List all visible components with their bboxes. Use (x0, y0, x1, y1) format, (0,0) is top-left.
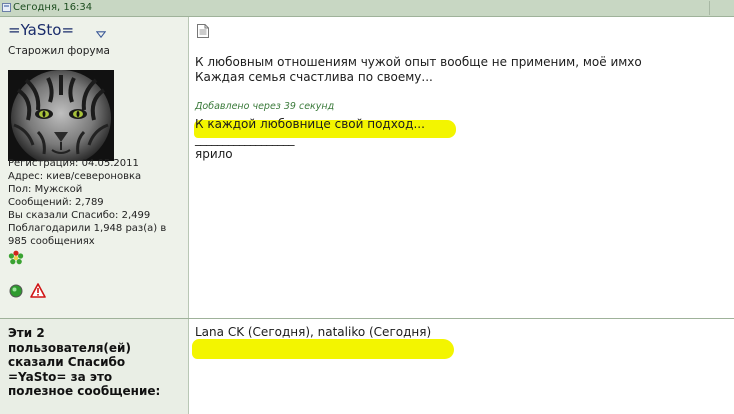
post-date: Сегодня, 16:34 (13, 2, 93, 13)
username-link[interactable]: =YaSto= (8, 21, 74, 39)
signature-text: ярило (195, 147, 233, 161)
report-post-icon[interactable] (30, 283, 46, 298)
tiger-avatar-image (8, 70, 114, 161)
post-status-icon (2, 3, 11, 12)
user-avatar[interactable] (8, 70, 114, 161)
user-title: Старожил форума (8, 45, 110, 57)
post-content: К любовным отношениям чужой опыт вообще … (189, 17, 734, 318)
user-thanks-given: Вы сказали Спасибо: 2,499 (8, 210, 151, 221)
highlight-mark (192, 339, 454, 359)
user-thanks-received: Поблагодарили 1,948 раз(а) в (8, 223, 167, 234)
thanks-label-line: полезное сообщение: (8, 384, 161, 399)
user-panel: =YaSto= Старожил форума Регистрация: 04.… (0, 17, 189, 318)
online-status-icon (9, 284, 23, 298)
user-thanks-received-posts: 985 сообщениях (8, 236, 95, 247)
thanks-label: Эти 2 пользователя(ей) сказали Спасибо =… (8, 326, 184, 399)
user-post-count: Сообщений: 2,789 (8, 197, 104, 208)
user-registration: Регистрация: 04.05.2011 (8, 158, 139, 169)
thanks-label-line: =YaSto= за это (8, 369, 113, 384)
chevron-down-icon[interactable] (96, 31, 106, 38)
thanks-label-line: пользователя(ей) (8, 340, 131, 355)
added-later-note: Добавлено через 39 секунд (195, 101, 335, 112)
user-info: Регистрация: 04.05.2011 Адрес: киев/севе… (8, 157, 186, 248)
post-number-cell (709, 1, 726, 15)
post-text-line: К любовным отношениям чужой опыт вообще … (195, 55, 642, 69)
signature-separator: __________________ (195, 132, 295, 146)
post-added-text: К каждой любовнице свой подход... (195, 117, 425, 131)
document-icon (197, 24, 209, 38)
thanks-label-cell: Эти 2 пользователя(ей) сказали Спасибо =… (0, 319, 189, 414)
user-address: Адрес: киев/североновка (8, 171, 142, 182)
thanks-users-list[interactable]: Lana CK (Сегодня), nataliko (Сегодня) (195, 325, 431, 339)
thanks-label-line: Эти 2 (8, 326, 45, 340)
post-text-line: Каждая семья счастлива по своему... (195, 70, 433, 84)
user-gender: Пол: Мужской (8, 184, 83, 195)
thanks-users-cell: Lana CK (Сегодня), nataliko (Сегодня) (189, 319, 734, 414)
icq-flower-icon[interactable] (8, 250, 24, 266)
thanks-label-line: сказали Спасибо (8, 355, 126, 370)
post-header: Сегодня, 16:34 (0, 0, 734, 17)
